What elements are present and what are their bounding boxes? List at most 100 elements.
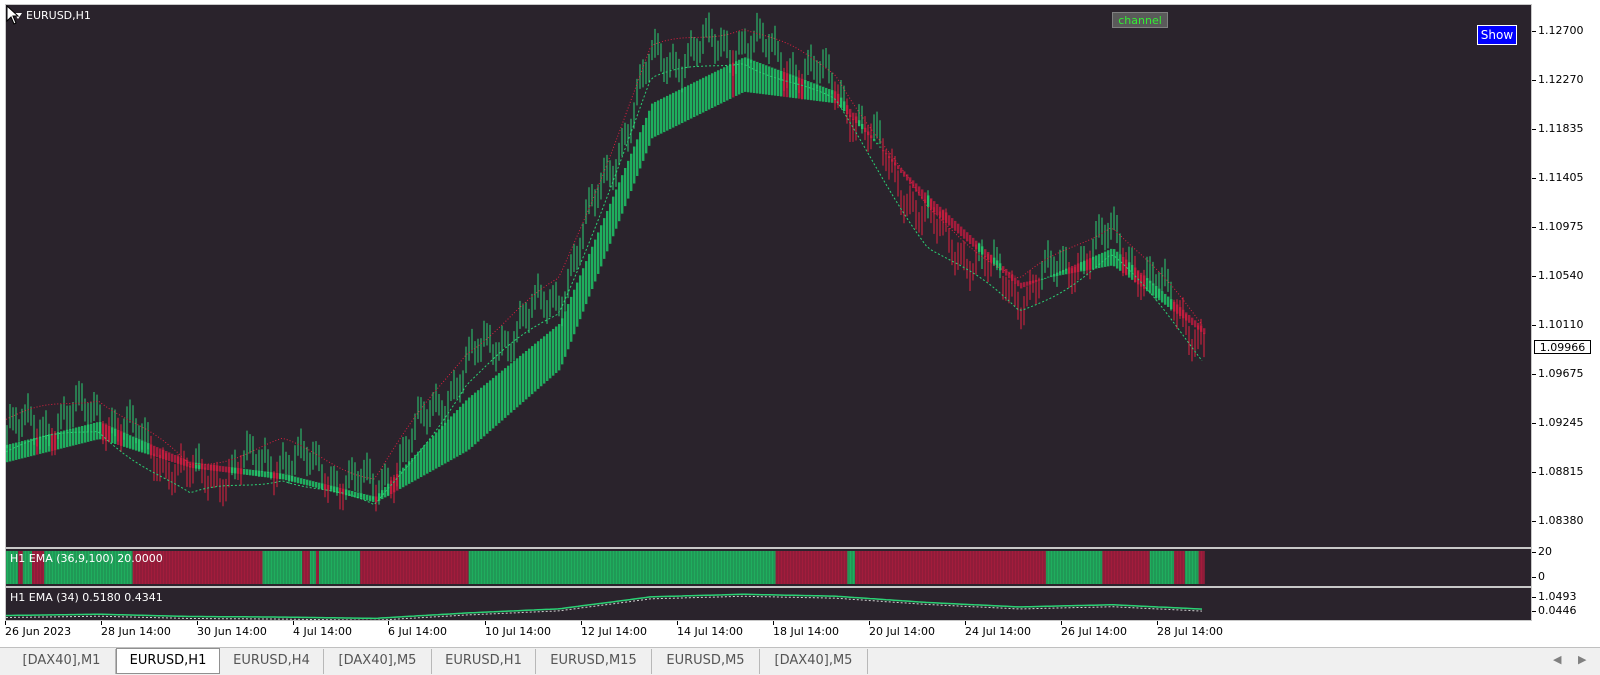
ema-cloud-bar [459, 406, 462, 456]
histogram-canvas [6, 551, 1205, 584]
lower-channel-line [6, 63, 1203, 506]
ema-cloud-bar [576, 282, 579, 327]
ema-cloud-bar [762, 64, 765, 95]
symbol-title[interactable]: EURUSD,H1 [14, 9, 91, 22]
tab-dax40-m5[interactable]: [DAX40],M5 [324, 649, 432, 674]
ema-cloud-bar [432, 435, 435, 471]
tab-dax40-m1[interactable]: [DAX40],M1 [8, 649, 116, 674]
ema-cloud-bar [366, 494, 369, 501]
ema-cloud-bar [681, 88, 684, 124]
tab-dax40-m5-2[interactable]: [DAX40],M5 [760, 649, 868, 674]
ema-cloud-bar [90, 423, 93, 442]
channel-button[interactable]: channel [1112, 12, 1168, 28]
ema-cloud-bar [75, 427, 78, 445]
ema-cloud-bar [447, 419, 450, 462]
ema-cloud-bar [954, 220, 957, 231]
ema-cloud-bar [468, 397, 471, 450]
ema-cloud-bar [411, 458, 414, 483]
ema-cloud-bar [738, 59, 741, 95]
ema-line [6, 593, 1203, 620]
time-label: 6 Jul 14:00 [388, 621, 447, 638]
indicator1-tick: 0 [1532, 570, 1545, 583]
main-price-chart[interactable]: EURUSD,H1 channel Show [5, 4, 1532, 548]
ema-cloud-bar [1116, 251, 1119, 269]
show-button[interactable]: Show [1477, 25, 1517, 45]
ema-cloud-bar [171, 453, 174, 462]
ema-cloud-bar [957, 223, 960, 234]
time-label: 28 Jun 14:00 [101, 621, 171, 638]
ema-cloud-bar [765, 65, 768, 95]
tab-eurusd-m15[interactable]: EURUSD,M15 [536, 649, 652, 674]
price-tick: 1.12270 [1532, 73, 1584, 86]
ema-cloud-bar [1191, 317, 1194, 326]
ema-cloud-bar [585, 261, 588, 305]
ema-cloud-bar [1164, 293, 1167, 305]
ema-cloud-bar [642, 125, 645, 161]
ema-cloud-bar [312, 481, 315, 487]
tab-eurusd-h1[interactable]: EURUSD,H1 [116, 648, 220, 674]
ema-cloud-bar [672, 92, 675, 128]
ema-cloud-bar [741, 58, 744, 93]
ema-cloud-bar [723, 67, 726, 102]
ema-cloud-bar [597, 232, 600, 274]
ema-cloud-bar [423, 445, 426, 476]
tab-eurusd-h4[interactable]: EURUSD,H4 [220, 649, 324, 674]
ema-cloud-bar [450, 416, 453, 461]
ema-cloud-bar [297, 477, 300, 484]
ema-cloud-bar [573, 289, 576, 335]
scroll-left-icon[interactable]: ◀ [1553, 653, 1561, 666]
price-axis[interactable]: 1.12700 1.12270 1.11835 1.11405 1.10975 … [1532, 0, 1600, 621]
ema-cloud-bar [948, 215, 951, 226]
tab-eurusd-h1-2[interactable]: EURUSD,H1 [432, 649, 536, 674]
indicator1-tick: 20 [1532, 545, 1552, 558]
ema-line-canvas [6, 593, 1203, 620]
ema-cloud-bar [474, 392, 477, 445]
chart-tab-bar: [DAX40],M1 EURUSD,H1 EURUSD,H4 [DAX40],M… [0, 647, 1600, 675]
ema-cloud-bar [78, 426, 81, 445]
time-label: 26 Jun 2023 [5, 621, 72, 638]
histogram-segment [775, 551, 848, 584]
ema-cloud-bar [249, 469, 252, 476]
ema-cloud-bar [876, 142, 879, 145]
ema-cloud-bar [1008, 271, 1011, 279]
price-tick: 1.08815 [1532, 465, 1584, 478]
time-axis[interactable]: 26 Jun 2023 28 Jun 14:00 30 Jun 14:00 4 … [5, 621, 1532, 647]
time-label: 24 Jul 14:00 [965, 621, 1031, 638]
ema-cloud-bar [144, 441, 147, 454]
ema-cloud-bar [174, 455, 177, 463]
time-label: 30 Jun 14:00 [197, 621, 267, 638]
ema-cloud-bar [621, 175, 624, 214]
ema-cloud-bar [963, 229, 966, 239]
ema-cloud-bar [771, 67, 774, 96]
ema-cloud-bar [960, 226, 963, 237]
ema-line-indicator[interactable]: H1 EMA (34) 0.5180 0.4341 [5, 587, 1532, 621]
ema-cloud-bar [675, 91, 678, 127]
ema-cloud-bar [813, 83, 816, 101]
price-chart-canvas [6, 12, 1206, 512]
ema-cloud-bar [264, 471, 267, 478]
ema-cloud-bar [702, 77, 705, 113]
ema-cloud-bar [537, 341, 540, 389]
ema-cloud-bar [534, 343, 537, 392]
ema-cloud-bar [651, 103, 654, 139]
ema-cloud-bar [1167, 296, 1170, 307]
ema-histogram-indicator[interactable]: H1 EMA (36,9,100) 20.0000 [5, 548, 1532, 587]
ema-cloud-bar [552, 328, 555, 376]
ema-cloud-bar [669, 94, 672, 130]
ema-cloud-bar [516, 358, 519, 408]
ema-cloud-bar [285, 474, 288, 481]
price-tick: 1.08380 [1532, 514, 1584, 527]
ema-cloud-bar [648, 110, 651, 146]
ema-cloud-bar [657, 100, 660, 136]
ema-cloud-bar [678, 89, 681, 125]
ema-cloud-bar [1110, 248, 1113, 266]
ema-cloud-bar [756, 61, 759, 94]
ema-cloud-bar [126, 433, 129, 448]
scroll-right-icon[interactable]: ▶ [1578, 653, 1586, 666]
ema-cloud-bar [759, 63, 762, 94]
ema-cloud-bar [699, 79, 702, 115]
ema-cloud-bar [753, 60, 756, 94]
ema-cloud-bar [1161, 291, 1164, 303]
chart-window[interactable]: EURUSD,H1 channel Show H1 EMA (36,9,100)… [0, 0, 1600, 647]
tab-eurusd-m5[interactable]: EURUSD,M5 [652, 649, 760, 674]
